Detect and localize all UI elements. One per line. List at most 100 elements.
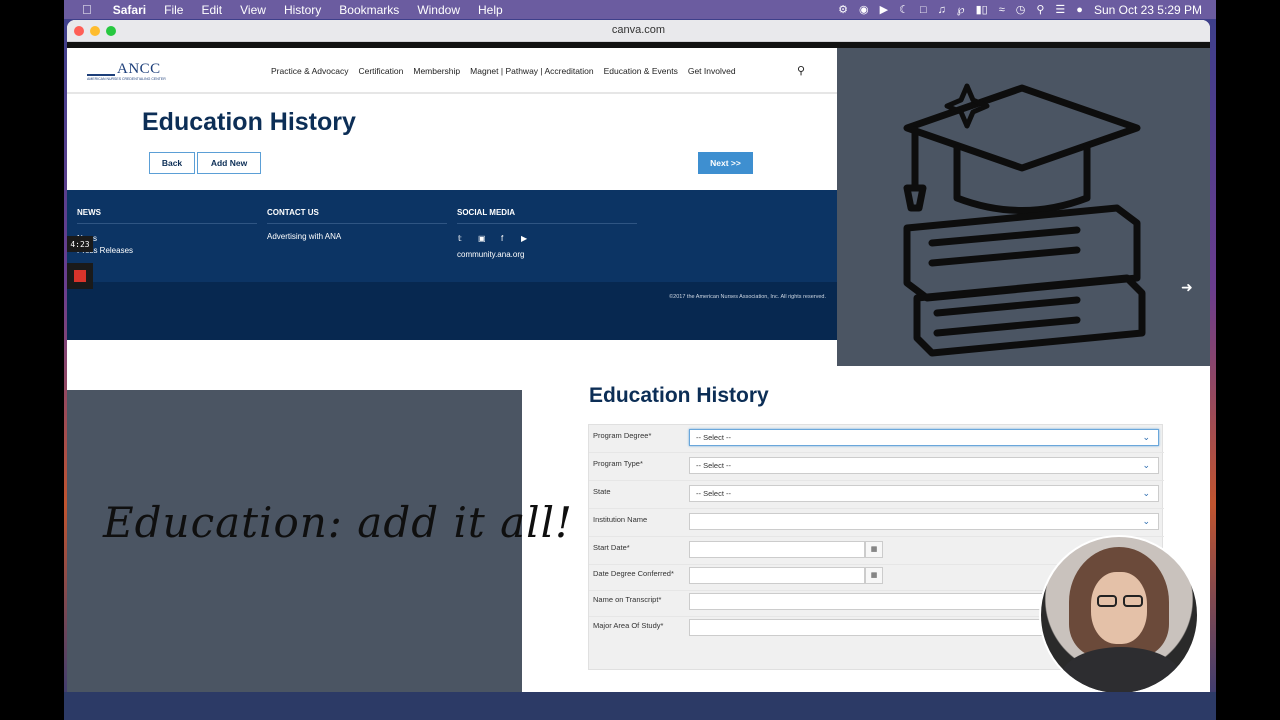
- program-degree-select[interactable]: -- Select -- ⌄: [689, 429, 1159, 446]
- form-row-institution: Institution Name ⌄: [589, 509, 1164, 537]
- nav-certification[interactable]: Certification: [358, 66, 403, 76]
- stop-recording-button[interactable]: [67, 263, 93, 289]
- back-button[interactable]: Back: [149, 152, 195, 174]
- state-label: State: [593, 487, 611, 496]
- battery-icon[interactable]: ▮▯: [976, 3, 988, 16]
- logo-subtitle: AMERICAN NURSES CREDENTIALING CENTER: [87, 77, 166, 81]
- desktop-left-edge: [0, 0, 64, 720]
- logo-mark-icon: [87, 64, 115, 76]
- major-label: Major Area Of Study*: [593, 621, 664, 630]
- volume-icon[interactable]: ♫: [938, 4, 946, 16]
- play-icon[interactable]: ▶: [880, 3, 888, 16]
- browser-window: canva.com ANCC AMERICAN NURSES CREDENTIA…: [67, 20, 1210, 692]
- date-conferred-label: Date Degree Conferred*: [593, 569, 674, 578]
- browser-titlebar: canva.com: [67, 20, 1210, 42]
- glasses-left-icon: [1097, 595, 1117, 607]
- page-title: Education History: [142, 108, 356, 136]
- search-icon[interactable]: ⚲: [797, 64, 805, 77]
- slide-panel: Education: add it all!: [67, 390, 572, 692]
- recording-timer: 4:23: [67, 236, 93, 252]
- desktop-right-edge: [1216, 0, 1280, 720]
- next-button[interactable]: Next >>: [698, 152, 753, 174]
- institution-label: Institution Name: [593, 515, 648, 524]
- add-new-button[interactable]: Add New: [197, 152, 261, 174]
- glasses-right-icon: [1123, 595, 1143, 607]
- nav-membership[interactable]: Membership: [413, 66, 460, 76]
- form-row-state: State -- Select -- ⌄: [589, 481, 1164, 509]
- screen:  Safari File Edit View History Bookmark…: [0, 0, 1280, 720]
- nav-education-events[interactable]: Education & Events: [604, 66, 678, 76]
- window-icon[interactable]: □: [920, 4, 927, 16]
- start-date-label: Start Date*: [593, 543, 630, 552]
- footer-news-heading: NEWS: [77, 208, 257, 224]
- chevron-down-icon: ⌄: [1142, 432, 1150, 442]
- state-select[interactable]: -- Select -- ⌄: [689, 485, 1159, 502]
- site-footer: NEWS News Press Releases CONTACT US Adve…: [67, 190, 837, 340]
- menu-window[interactable]: Window: [408, 3, 469, 17]
- status-area: ⚙ ◉ ▶ ☾ □ ♫ ℘ ▮▯ ≈ ◷ ⚲ ☰ ● Sun Oct 23 5:…: [838, 3, 1216, 17]
- institution-select[interactable]: ⌄: [689, 513, 1159, 530]
- control-center-icon[interactable]: ☰: [1055, 3, 1065, 16]
- menu-edit[interactable]: Edit: [192, 3, 231, 17]
- footer-advertising-link[interactable]: Advertising with ANA: [267, 232, 341, 241]
- menu-help[interactable]: Help: [469, 3, 512, 17]
- program-degree-label: Program Degree*: [593, 431, 652, 440]
- stop-icon: [74, 270, 86, 282]
- date-conferred-input[interactable]: [689, 567, 865, 584]
- nav-get-involved[interactable]: Get Involved: [688, 66, 736, 76]
- spotlight-search-icon[interactable]: ⚲: [1036, 3, 1044, 16]
- user-icon[interactable]: ●: [1076, 4, 1083, 16]
- desktop-bottom: [64, 692, 1216, 720]
- moon-icon[interactable]: ☾: [899, 3, 909, 16]
- menu-history[interactable]: History: [275, 3, 330, 17]
- nav-magnet[interactable]: Magnet | Pathway | Accreditation: [470, 66, 593, 76]
- form-row-program-degree: Program Degree* -- Select -- ⌄: [589, 425, 1164, 453]
- mac-menubar:  Safari File Edit View History Bookmark…: [64, 0, 1216, 19]
- calendar-icon[interactable]: ▦: [865, 567, 883, 584]
- twitter-icon[interactable]: 𝕥: [458, 234, 462, 243]
- linkedin-icon[interactable]: ▣: [478, 234, 486, 243]
- webcam-body: [1061, 647, 1181, 693]
- start-date-input[interactable]: [689, 541, 865, 558]
- form-row-program-type: Program Type* -- Select -- ⌄: [589, 453, 1164, 481]
- footer-contact-heading: CONTACT US: [267, 208, 447, 224]
- menubar-clock[interactable]: Sun Oct 23 5:29 PM: [1094, 3, 1202, 17]
- facebook-icon[interactable]: f: [501, 234, 503, 243]
- graduation-books-icon: [903, 83, 1146, 357]
- address-bar[interactable]: canva.com: [67, 24, 1210, 36]
- footer-community-link[interactable]: community.ana.org: [457, 250, 524, 259]
- bluetooth-icon[interactable]: ℘: [957, 3, 965, 16]
- apple-menu-icon[interactable]: : [64, 2, 104, 17]
- form-title: Education History: [589, 384, 769, 407]
- nav-practice-advocacy[interactable]: Practice & Advocacy: [271, 66, 348, 76]
- screen-record-icon[interactable]: ◉: [859, 3, 869, 16]
- site-header: ANCC AMERICAN NURSES CREDENTIALING CENTE…: [67, 48, 837, 94]
- site-nav: Practice & Advocacy Certification Member…: [271, 66, 736, 76]
- webcam-bubble[interactable]: [1039, 535, 1199, 695]
- ancc-page-preview: ANCC AMERICAN NURSES CREDENTIALING CENTE…: [67, 48, 837, 340]
- arrow-right-icon[interactable]: ➜: [1181, 279, 1193, 296]
- webcam-face: [1091, 572, 1147, 644]
- wifi-icon[interactable]: ≈: [999, 4, 1005, 16]
- program-type-label: Program Type*: [593, 459, 643, 468]
- name-transcript-label: Name on Transcript*: [593, 595, 662, 604]
- ancc-logo[interactable]: ANCC AMERICAN NURSES CREDENTIALING CENTE…: [87, 61, 173, 85]
- brightness-icon[interactable]: ⚙: [838, 3, 848, 16]
- program-type-select[interactable]: -- Select -- ⌄: [689, 457, 1159, 474]
- calendar-icon[interactable]: ▦: [865, 541, 883, 558]
- clock-history-icon[interactable]: ◷: [1016, 3, 1026, 16]
- graphic-panel: [837, 48, 1210, 366]
- state-value: -- Select --: [696, 489, 732, 498]
- menu-app-safari[interactable]: Safari: [104, 3, 155, 17]
- logo-text: ANCC: [117, 61, 161, 77]
- program-type-value: -- Select --: [696, 461, 732, 470]
- chevron-down-icon: ⌄: [1142, 488, 1150, 498]
- footer-social-heading: SOCIAL MEDIA: [457, 208, 637, 224]
- menu-file[interactable]: File: [155, 3, 192, 17]
- program-degree-value: -- Select --: [696, 433, 732, 442]
- menu-bookmarks[interactable]: Bookmarks: [330, 3, 408, 17]
- copyright-text: ©2017 the American Nurses Association, I…: [669, 294, 826, 300]
- menu-view[interactable]: View: [231, 3, 275, 17]
- youtube-icon[interactable]: ▶: [521, 234, 527, 243]
- chevron-down-icon: ⌄: [1142, 460, 1150, 470]
